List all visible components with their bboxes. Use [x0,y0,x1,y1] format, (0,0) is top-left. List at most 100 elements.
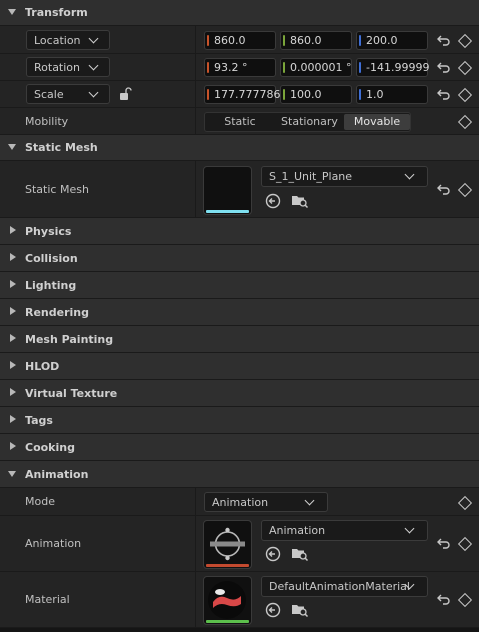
section-header-virtual-texture[interactable]: Virtual Texture [0,380,479,407]
collapse-arrow-icon[interactable] [8,471,16,477]
rotation-z-field[interactable]: -141.99999 [356,58,429,77]
mobility-option-stationary[interactable]: Stationary [275,113,344,131]
animation-asset-picker[interactable]: Animation [261,520,428,541]
expand-arrow-icon[interactable] [10,226,16,234]
reset-arrow-icon[interactable] [437,537,451,549]
section-title: Cooking [25,441,75,454]
chevron-down-icon [88,60,99,71]
location-label: Location [34,34,81,47]
section-header-mesh-painting[interactable]: Mesh Painting [0,326,479,353]
section-header-animation[interactable]: Animation [0,461,479,488]
reset-arrow-icon[interactable] [437,593,451,605]
mode-label: Mode [25,495,55,508]
rotation-combo[interactable]: Rotation [26,57,110,77]
animation-thumbnail[interactable] [203,520,252,569]
expand-arrow-icon[interactable] [10,388,16,396]
mobility-row: Mobility Static Stationary Movable [0,108,479,135]
mode-combo[interactable]: Animation [204,492,328,512]
rotation-row: Rotation 93.2 ° 0.000001 ° -141.99999 [0,54,479,81]
static-mesh-label: Static Mesh [25,183,89,196]
section-title: Mesh Painting [25,333,114,346]
expand-arrow-icon[interactable] [10,361,16,369]
keyframe-diamond-icon[interactable] [457,33,473,49]
section-header-lighting[interactable]: Lighting [0,272,479,299]
unlock-icon[interactable] [118,87,132,101]
section-title: HLOD [25,360,60,373]
section-title: Animation [25,468,89,481]
mobility-segmented-control: Static Stationary Movable [204,112,411,132]
keyframe-diamond-icon[interactable] [457,182,473,198]
reset-arrow-icon[interactable] [437,88,451,100]
section-title: Rendering [25,306,89,319]
static-mesh-thumbnail[interactable] [203,166,252,215]
scale-row: Scale 177.777786 100.0 1.0 [0,81,479,108]
collapse-arrow-icon[interactable] [8,9,16,15]
scale-combo[interactable]: Scale [26,84,110,104]
mobility-option-static[interactable]: Static [205,113,275,131]
chevron-down-icon [88,33,99,44]
location-combo[interactable]: Location [26,30,110,50]
material-thumbnail[interactable] [203,576,252,625]
section-title: Virtual Texture [25,387,118,400]
browse-arrow-icon[interactable] [265,546,281,562]
section-header-static-mesh[interactable]: Static Mesh [0,135,479,161]
material-row: Material DefaultAnimationMaterial [0,572,479,628]
section-header-rendering[interactable]: Rendering [0,299,479,326]
scale-x-field[interactable]: 177.777786 [204,85,280,104]
find-in-browser-icon[interactable] [291,193,309,209]
scale-y-field[interactable]: 100.0 [280,85,352,104]
section-header-hlod[interactable]: HLOD [0,353,479,380]
rotation-label: Rotation [34,61,81,74]
chevron-down-icon [404,523,415,534]
mobility-label: Mobility [25,115,69,128]
find-in-browser-icon[interactable] [291,602,309,618]
location-y-field[interactable]: 860.0 [280,31,352,50]
find-in-browser-icon[interactable] [291,546,309,562]
reset-arrow-icon[interactable] [437,61,451,73]
expand-arrow-icon[interactable] [10,442,16,450]
scale-z-field[interactable]: 1.0 [356,85,428,104]
location-row: Location 860.0 860.0 200.0 [0,26,479,54]
collapse-arrow-icon[interactable] [8,144,16,150]
mobility-option-movable[interactable]: Movable [344,114,410,130]
keyframe-diamond-icon[interactable] [457,536,473,552]
material-sphere-icon [208,581,246,619]
section-header-collision[interactable]: Collision [0,245,479,272]
animation-asset-icon [210,527,245,561]
browse-arrow-icon[interactable] [265,602,281,618]
animation-asset-row: Animation Animation [0,516,479,572]
keyframe-diamond-icon[interactable] [457,592,473,608]
rotation-y-field[interactable]: 0.000001 ° [280,58,352,77]
reset-arrow-icon[interactable] [437,183,451,195]
expand-arrow-icon[interactable] [10,253,16,261]
chevron-down-icon [304,495,315,506]
rotation-x-field[interactable]: 93.2 ° [204,58,276,77]
section-title: Collision [25,252,78,265]
keyframe-diamond-icon[interactable] [457,87,473,103]
section-header-tags[interactable]: Tags [0,407,479,434]
reset-arrow-icon[interactable] [437,34,451,46]
location-z-field[interactable]: 200.0 [356,31,428,50]
expand-arrow-icon[interactable] [10,415,16,423]
keyframe-diamond-icon[interactable] [457,114,473,130]
section-header-transform[interactable]: Transform [0,0,479,26]
material-asset-picker[interactable]: DefaultAnimationMaterial [261,576,428,597]
section-title: Transform [25,6,88,19]
expand-arrow-icon[interactable] [10,280,16,288]
keyframe-diamond-icon[interactable] [457,495,473,511]
section-title: Static Mesh [25,141,98,154]
section-header-cooking[interactable]: Cooking [0,434,479,461]
browse-arrow-icon[interactable] [265,193,281,209]
expand-arrow-icon[interactable] [10,334,16,342]
section-title: Physics [25,225,72,238]
material-label: Material [25,593,70,606]
chevron-down-icon [404,169,415,180]
expand-arrow-icon[interactable] [10,307,16,315]
section-header-physics[interactable]: Physics [0,218,479,245]
static-mesh-row: Static Mesh S_1_Unit_Plane [0,161,479,218]
static-mesh-asset-picker[interactable]: S_1_Unit_Plane [261,166,428,187]
keyframe-diamond-icon[interactable] [457,60,473,76]
section-title: Tags [25,414,53,427]
location-x-field[interactable]: 860.0 [204,31,276,50]
mode-row: Mode Animation [0,488,479,516]
